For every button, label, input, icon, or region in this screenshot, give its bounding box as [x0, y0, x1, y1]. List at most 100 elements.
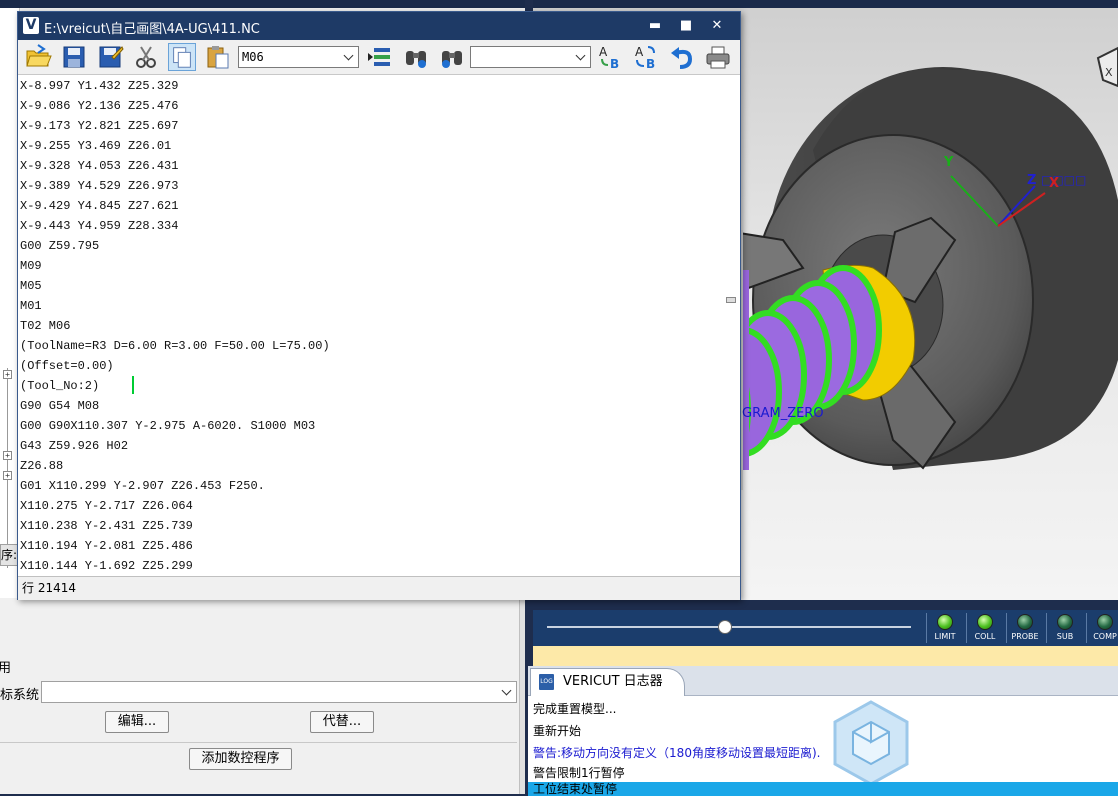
save-as-icon[interactable]	[96, 43, 124, 71]
code-line: G90 G54 M08	[20, 399, 100, 413]
log-line: 警告限制1行暂停	[533, 766, 625, 780]
log-line: 重新开始	[533, 724, 582, 738]
svg-text:B: B	[610, 57, 619, 71]
tab-logger-label: VERICUT 日志器	[563, 674, 663, 689]
code-line: G00 G90X110.307 Y-2.975 A-6020. S1000 M0…	[20, 419, 316, 433]
replace-icon[interactable]: AB	[596, 43, 624, 71]
svg-text:A: A	[599, 45, 608, 59]
code-line: T02 M06	[20, 319, 71, 333]
search-combo-value: M06	[242, 50, 264, 64]
speed-slider-thumb[interactable]	[718, 620, 733, 634]
tree-line	[7, 368, 8, 568]
tab-logger[interactable]: LOG VERICUT 日志器	[530, 668, 685, 696]
chevron-down-icon	[575, 50, 586, 61]
axis-z-label: Z	[1027, 173, 1036, 188]
code-line: (ToolName=R3 D=6.00 R=3.00 F=50.00 L=75.…	[20, 339, 330, 353]
code-line: X-9.328 Y4.053 Z26.431	[20, 159, 179, 173]
vericut-logo-icon: V	[23, 17, 39, 34]
tree-expand-icon[interactable]	[3, 471, 12, 480]
code-line: X110.238 Y-2.431 Z25.739	[20, 519, 193, 533]
chevron-down-icon	[343, 50, 354, 61]
divider	[0, 742, 517, 743]
close-button[interactable]: ✕	[704, 16, 730, 36]
open-folder-icon[interactable]	[24, 43, 52, 71]
program-zero-label: GRAM_ZERO	[742, 406, 824, 421]
add-nc-program-button[interactable]: 添加数控程序	[189, 748, 292, 770]
cut-icon[interactable]	[132, 43, 160, 71]
view-cube-icon[interactable]: X	[1096, 46, 1118, 88]
tree-expand-icon[interactable]	[3, 451, 12, 460]
code-line: X110.194 Y-2.081 Z25.486	[20, 539, 193, 553]
axis-y-label: Y	[943, 155, 954, 170]
chevron-down-icon	[501, 685, 512, 696]
logger-tabbar: LOG VERICUT 日志器	[528, 666, 1118, 696]
nc-toolbar: M06 AB AB	[18, 40, 740, 75]
print-icon[interactable]	[704, 43, 732, 71]
log-line: 完成重置模型...	[533, 702, 617, 716]
led-limit-icon	[937, 614, 953, 630]
code-line: G43 Z59.926 H02	[20, 439, 129, 453]
edit-button[interactable]: 编辑...	[105, 711, 169, 733]
code-line: X-9.173 Y2.821 Z25.697	[20, 119, 179, 133]
log-icon: LOG	[539, 674, 554, 690]
led-limit[interactable]: LIMIT	[926, 614, 964, 641]
led-sub-label: SUB	[1056, 632, 1074, 641]
find-next-icon[interactable]	[438, 43, 466, 71]
code-line: X-9.255 Y3.469 Z26.01	[20, 139, 172, 153]
tab-program[interactable]: 程序:	[0, 544, 18, 566]
log-line-warning: 警告:移动方向没有定义（180角度移动设置最短距离).	[533, 746, 821, 760]
search-combo[interactable]: M06	[238, 46, 359, 68]
led-coll-icon	[977, 614, 993, 630]
find-icon[interactable]	[402, 43, 430, 71]
code-line: G01 X110.299 Y-2.907 Z26.453 F250.	[20, 479, 265, 493]
code-line: M01	[20, 299, 42, 313]
code-line: (Offset=0.00)	[20, 359, 114, 373]
led-sub-icon	[1057, 614, 1073, 630]
paste-icon[interactable]	[204, 43, 232, 71]
led-comp-label: COMP	[1093, 632, 1117, 641]
maximize-button[interactable]: ■	[673, 16, 699, 36]
led-comp[interactable]: COMP	[1086, 614, 1118, 641]
axis-z-suffix: □□□□	[1041, 173, 1086, 187]
text-caret	[132, 376, 134, 394]
replace-all-icon[interactable]: AB	[632, 43, 660, 71]
nc-editor-window: V E:\vreicut\自己画图\4A-UG\411.NC ▬ ■ ✕ M06	[17, 11, 741, 600]
tab-program-label: 程序:	[0, 548, 17, 562]
code-line: X-9.443 Y4.959 Z28.334	[20, 219, 179, 233]
goto-line-icon[interactable]	[366, 43, 394, 71]
undo-icon[interactable]	[668, 43, 696, 71]
code-line: X110.275 Y-2.717 Z26.064	[20, 499, 193, 513]
minimize-button[interactable]: ▬	[642, 16, 668, 36]
led-probe-label: PROBE	[1011, 632, 1039, 641]
nc-window-titlebar[interactable]: V E:\vreicut\自己画图\4A-UG\411.NC ▬ ■ ✕	[18, 12, 740, 40]
scroll-marker[interactable]	[726, 297, 736, 303]
led-comp-icon	[1097, 614, 1113, 630]
copy-icon[interactable]	[168, 43, 196, 71]
replace-combo[interactable]	[470, 46, 591, 68]
left-panel-titlebar	[0, 0, 525, 8]
led-sub[interactable]: SUB	[1046, 614, 1084, 641]
watermark-cube-icon	[833, 700, 909, 786]
code-line: M05	[20, 279, 42, 293]
code-line: (Tool_No:2)	[20, 379, 100, 393]
replace-button[interactable]: 代替...	[310, 711, 374, 733]
led-probe-icon	[1017, 614, 1033, 630]
led-coll-label: COLL	[974, 632, 996, 641]
led-coll[interactable]: COLL	[966, 614, 1004, 641]
code-line: X110.144 Y-1.692 Z25.299	[20, 559, 193, 573]
led-limit-label: LIMIT	[934, 632, 956, 641]
code-line: X-9.086 Y2.136 Z25.476	[20, 99, 179, 113]
tree-expand-icon[interactable]	[3, 370, 12, 379]
coord-system-select[interactable]	[41, 681, 517, 703]
svg-text:A: A	[635, 45, 644, 59]
view-cube-label: X	[1105, 66, 1113, 79]
status-bar-line: 行 21414	[18, 576, 740, 600]
info-strip	[533, 646, 1118, 666]
code-line: Z26.88	[20, 459, 64, 473]
svg-text:B: B	[646, 57, 655, 71]
axis-x-label: X	[1049, 176, 1059, 191]
save-icon[interactable]	[60, 43, 88, 71]
label-use: 用	[0, 661, 12, 676]
nc-code-editor[interactable]: X-8.997 Y1.432 Z25.329 X-9.086 Y2.136 Z2…	[18, 76, 740, 576]
led-probe[interactable]: PROBE	[1006, 614, 1044, 641]
